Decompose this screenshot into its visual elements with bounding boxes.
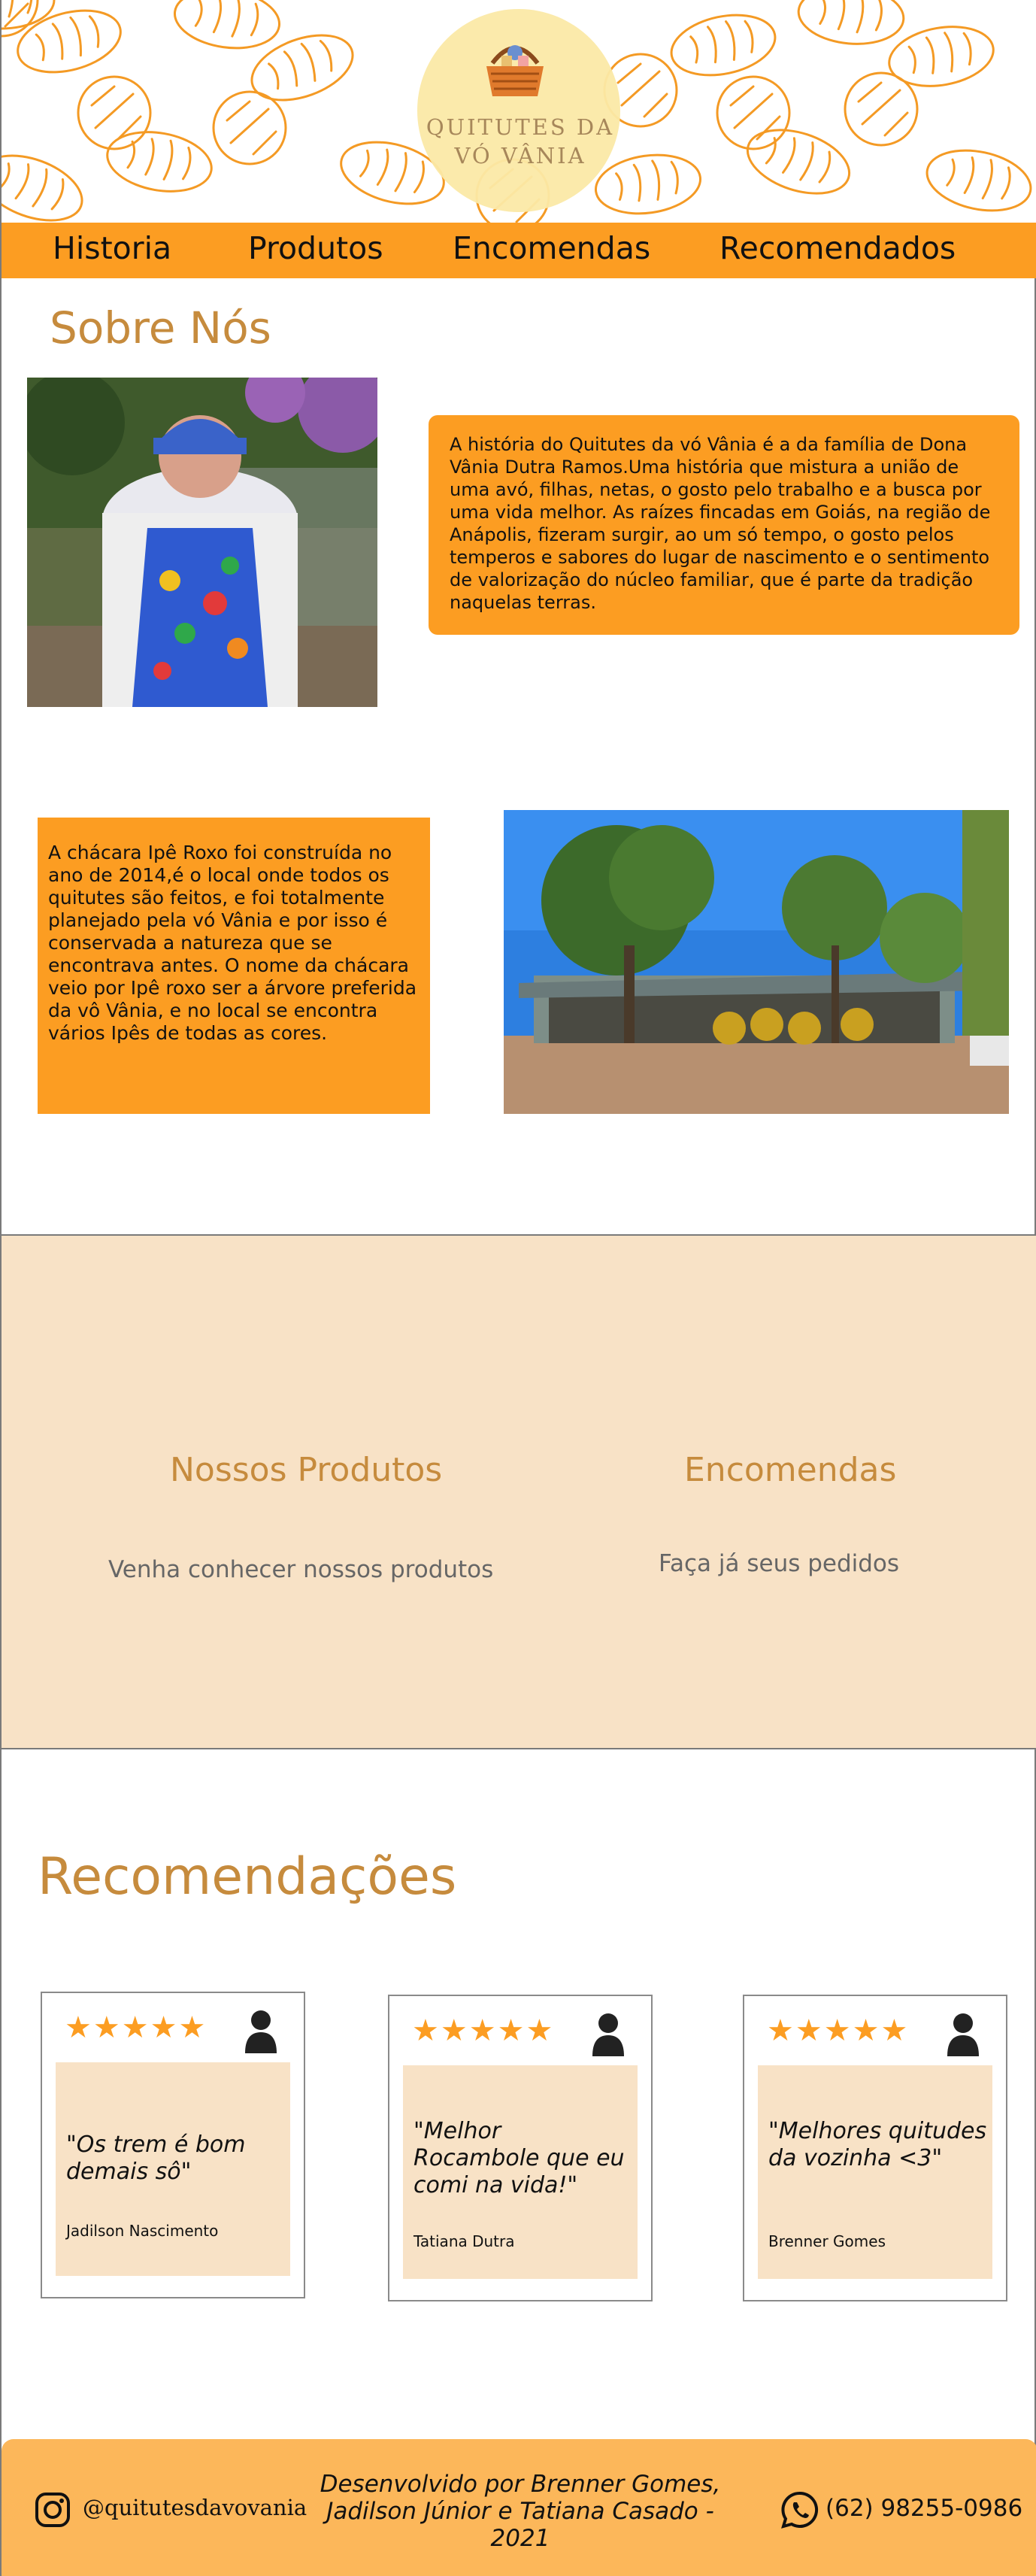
rating-stars: ★★★★★ — [65, 2010, 208, 2045]
grandma-photo — [27, 378, 377, 707]
brand-line-2: VÓ VÂNIA — [454, 143, 586, 168]
links-band: Nossos Produtos Venha conhecer nossos pr… — [2, 1236, 1036, 1749]
brand-line-1: QUITUTES DA — [426, 114, 615, 140]
farm-history-text: A chácara Ipê Roxo foi construída no ano… — [48, 842, 417, 1044]
orders-subtitle: Faça já seus pedidos — [659, 1550, 900, 1577]
user-icon — [947, 2013, 979, 2056]
review-card: ★★★★★ "Melhores quitudes da vozinha <3" … — [743, 1995, 1007, 2301]
footer-credits: Desenvolvido por Brenner Gomes, Jadilson… — [320, 2471, 721, 2552]
brand-name: QUITUTES DA VÓ VÂNIA — [392, 113, 648, 170]
instagram-handle[interactable]: @quitutesdavovania — [83, 2495, 307, 2520]
farm-text-box: A chácara Ipê Roxo foi construída no ano… — [38, 818, 430, 1114]
about-title: Sobre Nós — [50, 302, 271, 353]
user-icon — [245, 2010, 277, 2053]
quote-box: "Melhores quitudes da vozinha <3" Brenne… — [758, 2065, 992, 2279]
nav-produtos[interactable]: Produtos — [248, 230, 383, 266]
basket-logo-icon — [486, 45, 544, 96]
rating-stars: ★★★★★ — [767, 2013, 910, 2048]
review-quote: "Melhor Rocambole que eu comi na vida!" — [413, 2118, 625, 2198]
divider-bottom — [2, 1748, 1036, 1749]
user-icon — [592, 2013, 624, 2056]
nav-encomendas[interactable]: Encomendas — [453, 230, 650, 266]
review-author: Jadilson Nascimento — [66, 2222, 219, 2240]
hero-banner: QUITUTES DA VÓ VÂNIA — [2, 0, 1036, 223]
nav-recomendados[interactable]: Recomendados — [719, 230, 956, 266]
quote-box: "Os trem é bom demais sô" Jadilson Nasci… — [56, 2062, 290, 2276]
whatsapp-icon[interactable] — [780, 2490, 819, 2529]
nav-historia[interactable]: Historia — [53, 230, 171, 266]
about-history-text: A história do Quitutes da vó Vânia é a d… — [450, 434, 991, 613]
quote-box: "Melhor Rocambole que eu comi na vida!" … — [403, 2065, 638, 2279]
instagram-icon[interactable] — [35, 2492, 71, 2528]
review-card: ★★★★★ "Melhor Rocambole que eu comi na v… — [388, 1995, 653, 2301]
main-nav: Historia Produtos Encomendas Recomendado… — [2, 223, 1036, 278]
page: QUITUTES DA VÓ VÂNIA Historia Produtos E… — [0, 0, 1036, 2576]
review-author: Brenner Gomes — [768, 2232, 886, 2250]
phone-number[interactable]: (62) 98255-0986 — [825, 2495, 1022, 2522]
farm-photo — [504, 810, 1009, 1114]
review-card: ★★★★★ "Os trem é bom demais sô" Jadilson… — [41, 1992, 305, 2298]
review-author: Tatiana Dutra — [413, 2232, 515, 2250]
orders-title[interactable]: Encomendas — [684, 1451, 896, 1489]
review-quote: "Melhores quitudes da vozinha <3" — [768, 2118, 987, 2171]
review-quote: "Os trem é bom demais sô" — [66, 2131, 246, 2185]
products-title[interactable]: Nossos Produtos — [170, 1451, 442, 1489]
footer: @quitutesdavovania Desenvolvido por Bren… — [2, 2439, 1036, 2576]
about-text-box: A história do Quitutes da vó Vânia é a d… — [429, 415, 1019, 635]
products-subtitle: Venha conhecer nossos produtos — [108, 1556, 494, 1583]
rating-stars: ★★★★★ — [412, 2013, 555, 2048]
recommendations-title: Recomendações — [38, 1847, 457, 1907]
